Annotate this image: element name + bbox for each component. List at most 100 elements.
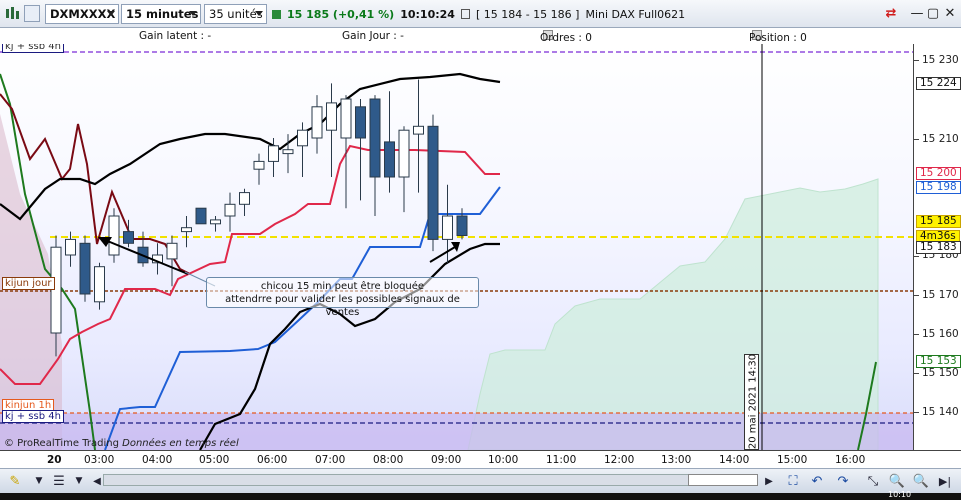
label-kj-ssb-top: kj + ssb 4h xyxy=(2,44,64,53)
chevron-down-icon xyxy=(255,11,263,16)
candle-bull xyxy=(210,219,221,225)
gain-latent: Gain latent : - xyxy=(139,30,212,42)
time-label: 06:00 xyxy=(257,454,288,466)
timeframe-select[interactable]: 15 minutes xyxy=(121,4,201,24)
time-label: 10:00 xyxy=(488,454,519,466)
zoom-fit-icon[interactable]: ⛶ xyxy=(784,472,802,490)
quote-strip: 15 185 (+0,41 %) 10:10:24 [ 15 184 - 15 … xyxy=(272,5,685,23)
price-tag-green: 15 153 xyxy=(916,355,961,368)
candle-bull xyxy=(239,192,250,205)
price-tick: 15 170 xyxy=(922,289,959,301)
chevron-down-icon[interactable]: ▼ xyxy=(30,472,48,490)
price-axis[interactable]: 15 230 15 210 15 170 15 160 15 150 15 14… xyxy=(913,44,961,450)
candle-bull xyxy=(398,129,410,178)
price-tag-blue: 15 198 xyxy=(916,181,961,194)
price-chart[interactable]: chicou 15 min peut être bloquée attendrr… xyxy=(0,44,913,450)
instrument-select[interactable]: DXMXXXX xyxy=(45,4,119,24)
menu-icon[interactable]: ☰ xyxy=(50,472,68,490)
top-toolbar: DXMXXXX 15 minutes 35 unités 15 185 (+0,… xyxy=(0,0,961,28)
price-tick: 15 150 xyxy=(922,367,959,379)
time-label: 13:00 xyxy=(661,454,692,466)
chevron-down-icon xyxy=(107,11,115,16)
candle-bull xyxy=(297,129,308,147)
candle-bear xyxy=(427,125,439,240)
quote-time: 10:10:24 xyxy=(400,7,455,21)
auto-scale-icon[interactable]: ⤡ xyxy=(864,472,882,490)
price-tag-kijun: 15 200 xyxy=(916,167,961,180)
zoom-in-icon[interactable]: 🔍 xyxy=(912,472,930,490)
note-line-1: chicou 15 min peut être bloquée xyxy=(260,281,425,292)
taskbar-clock: 10:10 xyxy=(888,490,912,499)
undo-icon[interactable]: ↶ xyxy=(808,472,826,490)
price-tag-dark: 15 183 xyxy=(916,241,961,254)
ichimoku-cloud xyxy=(467,178,879,450)
candle-bull xyxy=(413,125,424,135)
ordres-label: Ordres : 0 xyxy=(540,32,592,44)
note-box[interactable]: chicou 15 min peut être bloquée attendrr… xyxy=(206,277,479,318)
candle-bear xyxy=(79,242,91,295)
chart-scrollbar[interactable] xyxy=(103,474,758,486)
time-label: 20 xyxy=(47,454,62,466)
taskbar-strip: 10:10 xyxy=(0,490,961,500)
time-label: 07:00 xyxy=(315,454,346,466)
timeframe-label: 15 minutes xyxy=(126,7,199,21)
bid-ask: [ 15 184 - 15 186 ] xyxy=(475,7,580,21)
chart-settings-icon[interactable] xyxy=(5,6,21,22)
zoom-out-icon[interactable]: 🔍 xyxy=(888,472,906,490)
minimize-icon[interactable]: — xyxy=(910,6,924,21)
vertical-date-text: 20 mai 2021 14:30 xyxy=(747,353,759,450)
candle-bull xyxy=(253,160,265,170)
price-tick: 15 160 xyxy=(922,328,959,340)
candle-bull xyxy=(340,98,352,139)
time-label: 04:00 xyxy=(142,454,173,466)
link-icon[interactable] xyxy=(24,5,40,22)
candle-bull xyxy=(94,266,105,303)
candle-bull xyxy=(326,102,337,131)
arrow-annotation-right xyxy=(429,242,460,263)
price-tick: 15 140 xyxy=(922,406,959,418)
chevron-down-icon[interactable]: ▼ xyxy=(70,472,88,490)
price-tick: 15 230 xyxy=(922,54,959,66)
contract-name: Mini DAX Full0621 xyxy=(585,7,686,21)
time-axis[interactable]: 20 03:00 04:00 05:00 06:00 07:00 08:00 0… xyxy=(0,450,961,468)
candle-bull xyxy=(65,238,76,256)
redo-icon[interactable]: ↷ xyxy=(834,472,852,490)
candle-bear xyxy=(369,98,381,178)
time-label: 08:00 xyxy=(373,454,404,466)
candle-bull xyxy=(268,145,279,162)
time-label: 12:00 xyxy=(604,454,635,466)
scroll-end-icon[interactable]: ▶| xyxy=(936,472,954,490)
instrument-label: DXMXXXX xyxy=(50,7,116,21)
label-kj-ssb-4h: kj + ssb 4h xyxy=(2,410,64,423)
candle-bull xyxy=(108,215,120,256)
time-label: 16:00 xyxy=(835,454,866,466)
quote-change-icon xyxy=(272,9,281,19)
close-icon[interactable]: ✕ xyxy=(943,6,957,21)
restore-icon[interactable]: ▢ xyxy=(926,6,940,21)
gain-jour: Gain Jour : - xyxy=(342,30,404,42)
label-kijun-jour: kijun jour xyxy=(2,277,55,290)
candle-bear xyxy=(195,207,207,225)
time-label: 15:00 xyxy=(777,454,808,466)
watermark-brand: © ProRealTime Trading xyxy=(4,438,119,449)
pencil-icon[interactable]: ✎ xyxy=(6,472,24,490)
scrollbar-thumb[interactable] xyxy=(688,474,758,486)
ordres-group: Ordres : 0 xyxy=(540,30,592,44)
time-label: 03:00 xyxy=(84,454,115,466)
candle-bear xyxy=(456,215,468,236)
refresh-icon[interactable]: ⇄ xyxy=(884,6,898,21)
price-change: 15 185 (+0,41 %) xyxy=(287,7,395,21)
candle-bull xyxy=(282,149,294,155)
scroll-right-icon[interactable]: ▶ xyxy=(760,472,778,490)
candle-bull xyxy=(442,215,453,240)
vertical-date-label: 20 mai 2021 14:30 xyxy=(744,354,759,450)
candle-bull xyxy=(311,106,323,139)
units-select[interactable]: 35 unités xyxy=(204,4,267,24)
prorealtime-window: { "toolbar": { "instrument": "DXMXXXX", … xyxy=(0,0,961,500)
book-icon[interactable] xyxy=(460,9,470,19)
red-kijun-line xyxy=(0,144,500,385)
candle-bull xyxy=(224,203,236,217)
watermark: © ProRealTime Trading Données en temps r… xyxy=(4,438,239,449)
price-tag-last: 15 185 xyxy=(916,215,961,228)
time-label: 11:00 xyxy=(546,454,577,466)
